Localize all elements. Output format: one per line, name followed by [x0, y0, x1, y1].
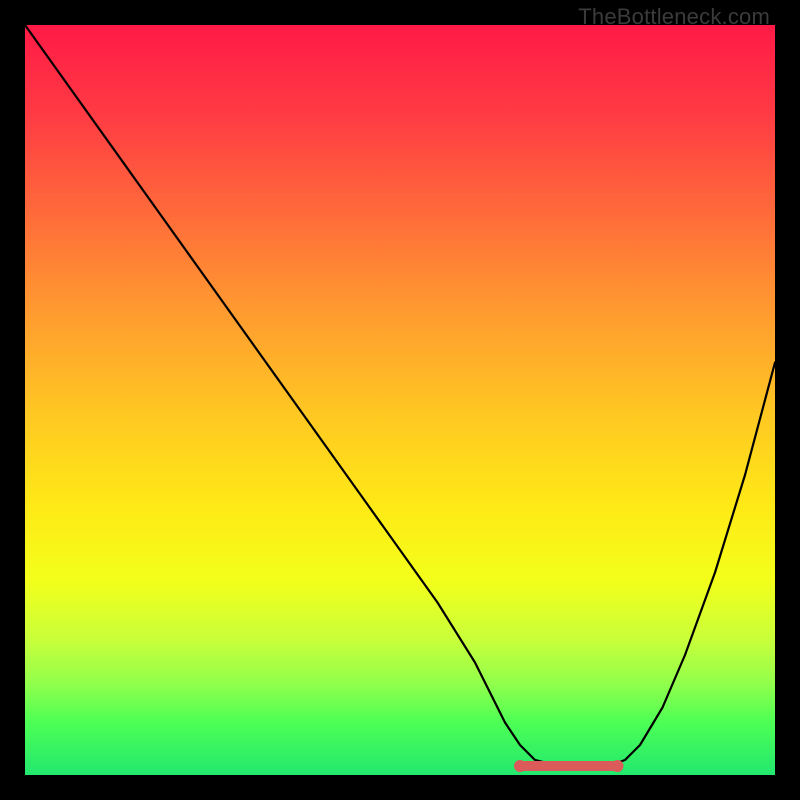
curve-layer — [25, 25, 775, 775]
optimal-range-end-dot — [612, 760, 624, 772]
bottleneck-curve — [25, 25, 775, 766]
optimal-range-start-dot — [514, 760, 526, 772]
plot-frame — [25, 25, 775, 775]
watermark-text: TheBottleneck.com — [578, 4, 770, 30]
